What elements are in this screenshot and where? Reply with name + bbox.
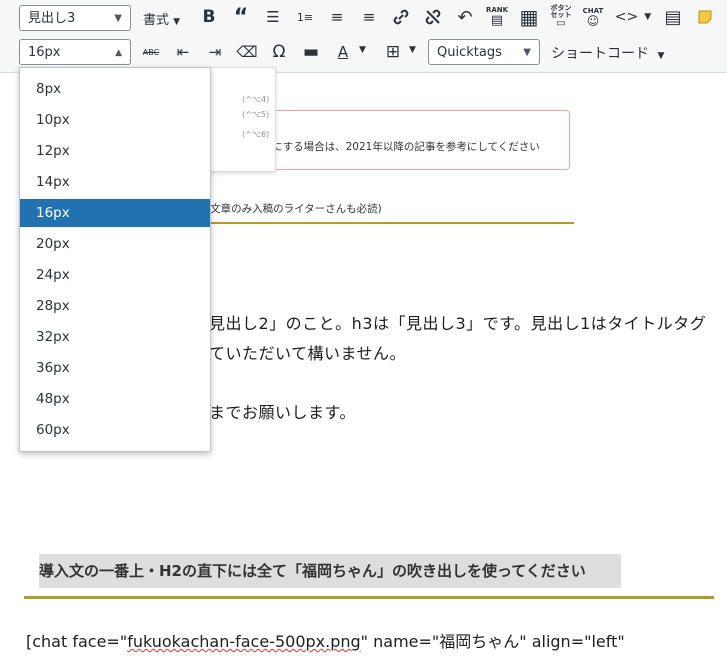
button-bars-icon: ▭	[556, 18, 566, 29]
font-size-select[interactable]: 16px ▲	[19, 39, 131, 65]
outdent-icon[interactable]: ⇤	[171, 40, 195, 64]
shortcut-hint: (^⌥6)	[242, 130, 270, 139]
bulleted-list-icon[interactable]: ☰	[261, 5, 285, 29]
horizontal-rule-icon[interactable]: ▬	[299, 40, 323, 64]
font-size-option-selected[interactable]: 16px	[20, 199, 210, 227]
blockquote-icon[interactable]: “	[229, 5, 253, 30]
font-size-option[interactable]: 32px	[20, 323, 210, 351]
gold-divider	[24, 596, 714, 599]
shortcode-label: ショートコード	[551, 46, 649, 62]
chevron-down-icon[interactable]: ▼	[409, 45, 416, 55]
bold-icon[interactable]: B	[197, 5, 221, 29]
align-center-icon[interactable]: ≡	[357, 5, 381, 29]
link-icon[interactable]	[389, 5, 413, 29]
heading-format-select[interactable]: 見出し3 ▼	[19, 5, 131, 31]
editor-toolbar: 見出し3 ▼ 書式 ▼ B “ ☰ 1≡ ≡ ≡ ↶ RANK ▤ ▦ ボタン …	[0, 0, 727, 73]
notice-text: にする場合は、2021年以降の記事を参考にしてください	[272, 141, 540, 153]
font-size-dropdown: 8px 10px 12px 14px 16px 20px 24px 28px 3…	[19, 67, 211, 452]
chevron-down-icon: ▼	[173, 17, 181, 27]
font-size-select-value: 16px	[28, 45, 61, 60]
chat-shortcode-line: [chat face="fukuokachan-face-500px.png" …	[26, 628, 625, 652]
eraser-icon[interactable]: ⌫	[235, 40, 259, 64]
undo-icon[interactable]: ↶	[453, 5, 477, 29]
quicktags-select-value: Quicktags	[437, 45, 502, 60]
font-size-option[interactable]: 24px	[20, 261, 210, 289]
format-menu-label: 書式	[143, 13, 170, 28]
chat-icon[interactable]: CHAT ☺	[581, 3, 605, 31]
font-size-option[interactable]: 60px	[20, 416, 210, 444]
highlighted-heading: 導入文の一番上・H2の直下には全て「福岡ちゃん」の吹き出しを使ってください	[39, 554, 621, 588]
chevron-down-icon[interactable]: ▼	[359, 45, 366, 55]
font-size-option[interactable]: 8px	[20, 75, 210, 103]
quicktags-select[interactable]: Quicktags ▼	[428, 39, 540, 65]
button-set-label: ボタン セット	[550, 4, 572, 19]
chevron-up-icon: ▲	[115, 48, 122, 58]
rank-bars-icon: ▤	[490, 13, 504, 28]
paragraph-line: ていただいて構いません。	[209, 344, 407, 363]
font-size-option[interactable]: 10px	[20, 106, 210, 134]
strikethrough-icon[interactable]: ABC	[139, 40, 163, 64]
chevron-down-icon: ▼	[523, 47, 531, 58]
align-left-icon[interactable]: ≡	[325, 5, 349, 29]
section-caption: (文章のみ入稿のライターさんも必読)	[206, 203, 382, 215]
button-set-icon[interactable]: ボタン セット ▭	[549, 3, 573, 31]
special-character-icon[interactable]: Ω	[267, 40, 291, 64]
font-size-option[interactable]: 20px	[20, 230, 210, 258]
sticky-note-icon[interactable]	[693, 5, 717, 29]
chat-face-filename: fukuokachan-face-500px.png	[127, 632, 361, 651]
shortcode-menu-button[interactable]: ショートコード ▼	[551, 43, 664, 63]
table-icon[interactable]: ▦	[517, 5, 541, 29]
strikethrough-label: ABC	[142, 47, 160, 57]
text-color-icon[interactable]: A	[331, 40, 355, 64]
chevron-down-icon: ▼	[114, 13, 122, 24]
heading-menu-popup	[209, 67, 276, 172]
shortcut-hint: (^⌥5)	[242, 110, 270, 119]
paragraph-line: 見出し2」のこと。h3は「見出し3」です。見出し1はタイトルタグ	[209, 314, 707, 333]
font-size-option[interactable]: 12px	[20, 137, 210, 165]
text-color-label: A	[337, 42, 349, 61]
font-size-option[interactable]: 36px	[20, 354, 210, 382]
code-icon[interactable]: <> ▼	[613, 5, 653, 29]
toolbar-toggle-icon[interactable]: ▤	[661, 5, 685, 29]
font-size-option[interactable]: 28px	[20, 292, 210, 320]
speech-bubble-icon: ☺	[586, 13, 600, 28]
heading-select-value: 見出し3	[28, 11, 76, 26]
gold-divider	[206, 222, 574, 224]
font-size-option[interactable]: 14px	[20, 168, 210, 196]
chevron-down-icon: ▼	[657, 51, 665, 61]
font-size-option[interactable]: 48px	[20, 385, 210, 413]
rank-icon[interactable]: RANK ▤	[485, 3, 509, 31]
omega-label: Ω	[272, 42, 286, 62]
chat-prefix: [chat face="	[26, 632, 128, 651]
indent-icon[interactable]: ⇥	[203, 40, 227, 64]
numbered-list-icon[interactable]: 1≡	[293, 5, 317, 29]
format-menu-button[interactable]: 書式 ▼	[143, 9, 180, 28]
table-grid-icon[interactable]: ⊞	[381, 40, 405, 64]
paragraph-line: までお願いします。	[209, 403, 356, 422]
chat-suffix: " name="福岡ちゃん" align="left"	[360, 632, 625, 651]
shortcut-hint: (^⌥4)	[242, 95, 270, 104]
unlink-icon[interactable]	[421, 5, 445, 29]
